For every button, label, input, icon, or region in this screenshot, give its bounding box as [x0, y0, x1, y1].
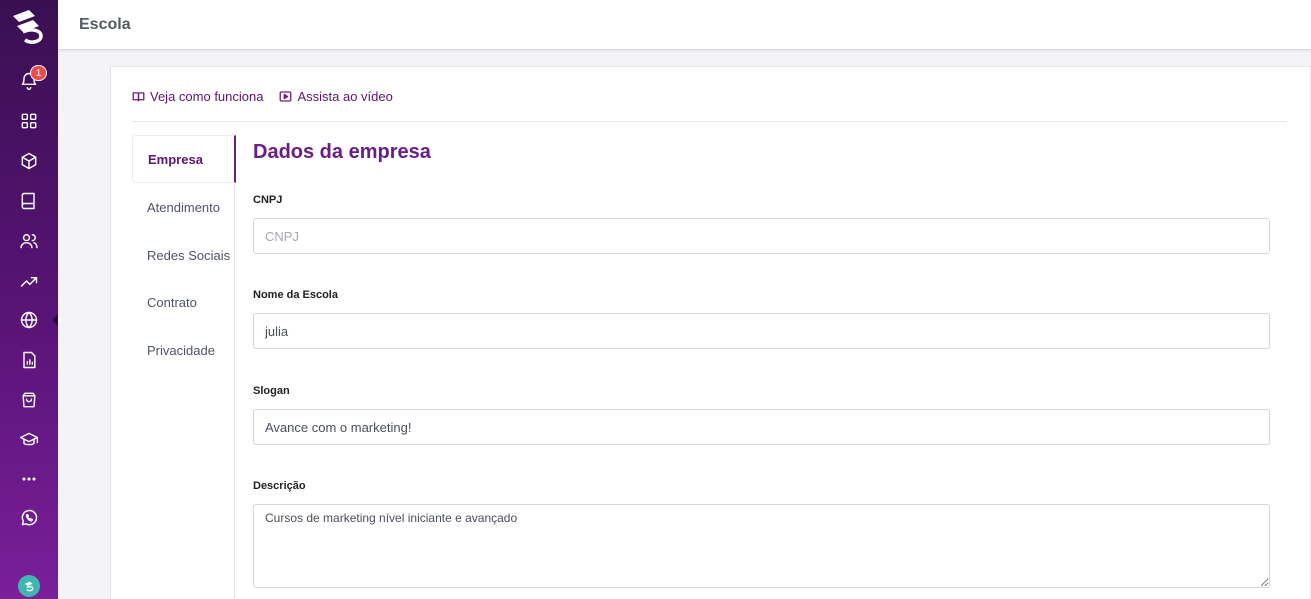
description-label: Descrição — [253, 480, 306, 492]
watch-video-label: Assista ao vídeo — [297, 89, 393, 104]
tab-privacidade[interactable]: Privacidade — [132, 326, 235, 374]
slogan-input[interactable] — [253, 409, 1270, 445]
open-book-icon — [132, 92, 145, 102]
tab-redes-sociais[interactable]: Redes Sociais — [132, 231, 235, 279]
help-links: Veja como funciona Assista ao vídeo — [132, 89, 393, 104]
tab-atendimento[interactable]: Atendimento — [132, 183, 235, 231]
cnpj-label: CNPJ — [253, 194, 283, 206]
cube-icon[interactable] — [17, 149, 41, 173]
cnpj-input[interactable] — [253, 218, 1270, 254]
support-avatar-icon[interactable] — [18, 575, 40, 597]
school-name-label: Nome da Escola — [253, 289, 338, 301]
grid-icon[interactable] — [17, 109, 41, 133]
slogan-label: Slogan — [253, 385, 290, 397]
brand-logo[interactable] — [9, 6, 49, 46]
report-icon[interactable] — [17, 348, 41, 372]
notification-badge: 1 — [30, 65, 47, 81]
globe-icon[interactable] — [17, 308, 41, 332]
more-icon[interactable] — [17, 467, 41, 491]
tab-contrato[interactable]: Contrato — [132, 278, 235, 326]
top-bar: Escola — [58, 0, 1311, 50]
description-textarea[interactable]: Cursos de marketing nível iniciante e av… — [253, 504, 1270, 588]
sidebar: 1 — [0, 0, 58, 599]
users-icon[interactable] — [17, 229, 41, 253]
trending-up-icon[interactable] — [17, 269, 41, 293]
how-it-works-label: Veja como funciona — [150, 89, 264, 104]
video-play-icon — [280, 91, 292, 102]
divider — [132, 121, 1287, 122]
page-title: Escola — [79, 16, 131, 33]
settings-card: Veja como funciona Assista ao vídeo Empr… — [110, 66, 1311, 599]
watch-video-link[interactable]: Assista ao vídeo — [279, 89, 393, 104]
tab-empresa[interactable]: Empresa — [132, 135, 236, 183]
shopping-bag-icon[interactable] — [17, 388, 41, 412]
school-name-input[interactable] — [253, 313, 1270, 349]
form-title: Dados da empresa — [253, 141, 431, 163]
graduation-cap-icon[interactable] — [17, 428, 41, 452]
active-indicator — [52, 314, 58, 326]
whatsapp-icon[interactable] — [17, 506, 41, 530]
settings-tabs: Empresa Atendimento Redes Sociais Contra… — [132, 135, 236, 599]
how-it-works-link[interactable]: Veja como funciona — [132, 89, 263, 104]
book-icon[interactable] — [17, 189, 41, 213]
